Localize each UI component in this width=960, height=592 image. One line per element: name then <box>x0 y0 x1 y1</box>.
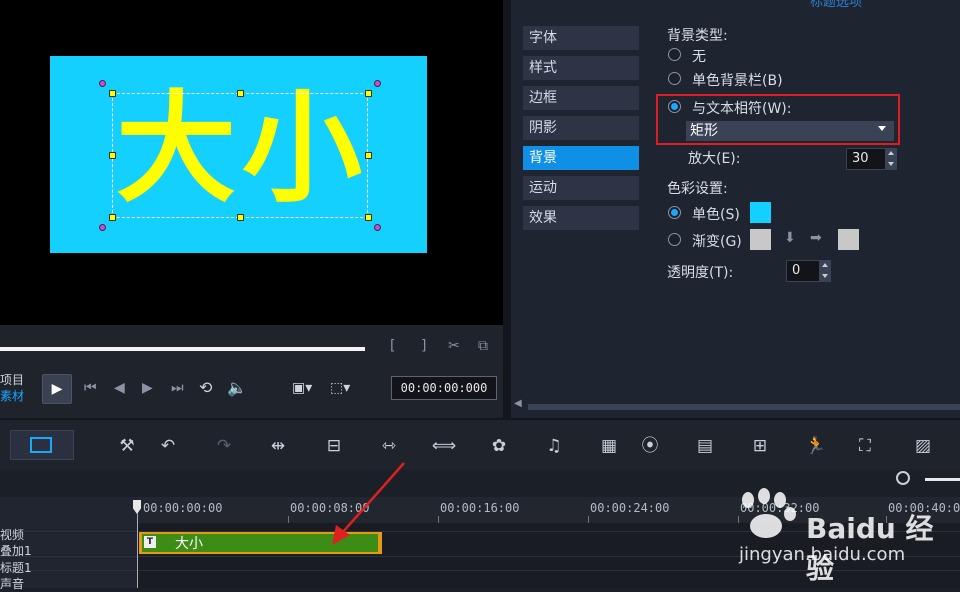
pane-divider[interactable] <box>503 0 511 418</box>
highlight-box <box>656 94 900 145</box>
scissors-icon[interactable]: ✂ <box>448 338 460 354</box>
arrow-right-icon[interactable]: ➡ <box>810 230 822 246</box>
bg-type-label: 背景类型: <box>667 28 728 44</box>
radio-none[interactable] <box>668 48 681 61</box>
prev-icon[interactable]: ⏮ <box>84 380 97 396</box>
tab-effect[interactable]: 效果 <box>523 206 639 230</box>
transparency-stepper[interactable] <box>820 260 831 282</box>
zoom-out-icon[interactable] <box>896 471 910 485</box>
repeat-icon[interactable]: ⟲ <box>199 378 212 397</box>
scroll-left-icon[interactable]: ◀ <box>514 398 522 409</box>
zoom-label: 放大(E): <box>688 151 741 167</box>
track-label-title: 标题1 <box>0 561 32 575</box>
tab-font[interactable]: 字体 <box>523 26 639 50</box>
mark-out-icon[interactable]: ] <box>421 338 426 354</box>
radio-solid-label[interactable]: 单色(S) <box>692 204 740 224</box>
zoom-slider[interactable] <box>925 478 960 481</box>
track-label-video: 视频 <box>0 528 25 542</box>
radio-single-bar[interactable] <box>668 72 681 85</box>
rotate-handle[interactable] <box>374 80 381 87</box>
radio-single-bar-label[interactable]: 单色背景栏(B) <box>692 70 783 90</box>
playhead-line <box>137 513 138 588</box>
scrub-bar[interactable] <box>0 347 365 351</box>
audio-icon[interactable]: ♫ <box>541 434 567 458</box>
tools-icon[interactable]: ⚒ <box>114 434 140 458</box>
watermark-url: jingyan.baidu.com <box>739 544 906 565</box>
fit-icon[interactable]: ⇹ <box>265 434 291 458</box>
playback-controls <box>0 325 503 418</box>
color-icon[interactable]: ✿ <box>486 434 512 458</box>
tab-border[interactable]: 边框 <box>523 86 639 110</box>
next-icon[interactable]: ⏭ <box>171 380 184 396</box>
tab-background[interactable]: 背景 <box>523 146 639 170</box>
mode-toggle[interactable]: 项目 素材 <box>0 372 40 404</box>
clip-mode-label[interactable]: 素材 <box>0 388 40 404</box>
gradient-color-b[interactable] <box>838 229 859 250</box>
resize-handle[interactable] <box>109 214 116 221</box>
radio-none-label[interactable]: 无 <box>692 46 706 66</box>
color-settings-label: 色彩设置: <box>667 181 728 197</box>
radio-solid[interactable] <box>668 206 681 219</box>
volume-icon[interactable]: 🔈 <box>227 378 247 397</box>
grid-icon[interactable]: ⊞ <box>747 434 773 458</box>
resize-handle[interactable] <box>365 90 372 97</box>
chapter-icon[interactable]: ▦ <box>596 434 622 458</box>
mark-in-icon[interactable]: [ <box>390 338 395 354</box>
transparency-label: 透明度(T): <box>667 265 734 281</box>
resize-handle[interactable] <box>109 90 116 97</box>
crop-icon[interactable]: ⬚▾ <box>330 380 350 396</box>
blend-icon[interactable]: ⦿ <box>637 434 663 458</box>
copy-icon[interactable]: ⧉ <box>478 338 488 354</box>
selection-box[interactable] <box>112 93 368 218</box>
timeline-view-icon <box>30 437 52 453</box>
ruler-tick-label: 00:00:24:00 <box>590 501 670 515</box>
capture-icon[interactable]: ⛶ <box>852 434 878 458</box>
tab-style[interactable]: 样式 <box>523 56 639 80</box>
resize-handle[interactable] <box>365 152 372 159</box>
radio-gradient-label[interactable]: 渐变(G) <box>692 231 742 251</box>
track-label-voice: 声音 <box>0 577 25 591</box>
radio-gradient[interactable] <box>668 233 681 246</box>
stretch-icon[interactable]: ⟺ <box>431 434 457 458</box>
solid-color-swatch[interactable] <box>750 202 771 223</box>
redo-icon[interactable]: ↷ <box>211 434 237 458</box>
zoom-input[interactable]: 30 <box>846 148 886 170</box>
tab-shadow[interactable]: 阴影 <box>523 116 639 140</box>
baidu-paw-logo <box>742 488 796 538</box>
ruler-tick <box>438 516 439 523</box>
undo-icon[interactable]: ↶ <box>155 434 181 458</box>
play-icon: ▶ <box>51 381 63 397</box>
gradient-color-a[interactable] <box>750 229 771 250</box>
ruler-tick-label: 00:00:00:00 <box>143 501 223 515</box>
tab-motion[interactable]: 运动 <box>523 176 639 200</box>
ruler-tick-label: 00:00:16:00 <box>440 501 520 515</box>
ruler-tick <box>588 516 589 523</box>
resize-handle[interactable] <box>237 214 244 221</box>
arrow-down-icon[interactable]: ⬇ <box>784 230 796 246</box>
zoom-stepper[interactable] <box>886 148 897 170</box>
resize-handle[interactable] <box>109 152 116 159</box>
rotate-handle[interactable] <box>99 80 106 87</box>
step-back-icon[interactable]: ◀ <box>114 380 125 396</box>
rotate-handle[interactable] <box>99 224 106 231</box>
play-button[interactable]: ▶ <box>42 374 72 404</box>
title-clip-icon: T <box>144 536 156 548</box>
title-icon[interactable]: ▤ <box>692 434 718 458</box>
rotate-handle[interactable] <box>374 224 381 231</box>
step-forward-icon[interactable]: ▶ <box>142 380 153 396</box>
film-icon[interactable]: ▨ <box>910 434 936 458</box>
transparency-input[interactable]: 0 <box>786 260 820 282</box>
ruler-tick <box>288 516 289 523</box>
title-clip-label: 大小 <box>175 536 203 552</box>
scrollbar-thumb[interactable] <box>528 404 960 410</box>
track-label-overlay: 叠加1 <box>0 544 32 558</box>
run-icon[interactable]: 🏃 <box>803 434 829 458</box>
resize-handle[interactable] <box>237 90 244 97</box>
project-mode-label[interactable]: 项目 <box>0 372 40 388</box>
panel-header: 标题选项 <box>810 0 863 10</box>
resize-handle[interactable] <box>365 214 372 221</box>
timecode-display[interactable]: 00:00:00:000 <box>391 376 497 400</box>
aspect-icon[interactable]: ▣▾ <box>292 380 312 396</box>
annotation-arrow <box>332 462 405 545</box>
